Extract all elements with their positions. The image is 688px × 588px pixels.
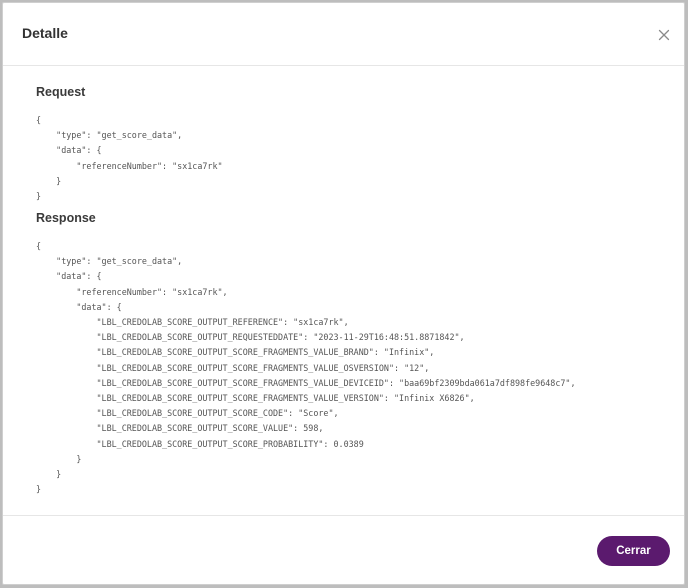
modal-footer: Cerrar [3,515,684,584]
modal-body: Request { "type": "get_score_data", "dat… [3,66,684,518]
response-code: { "type": "get_score_data", "data": { "r… [36,241,576,495]
close-icon [658,29,670,41]
detail-modal: Detalle Request { "type": "get_score_dat… [2,2,685,585]
close-button[interactable] [656,27,672,43]
request-heading: Request [36,85,86,99]
modal-title: Detalle [22,25,68,41]
modal-header: Detalle [3,3,684,66]
close-modal-button[interactable]: Cerrar [597,536,670,566]
response-heading: Response [36,211,96,225]
request-code: { "type": "get_score_data", "data": { "r… [36,115,223,202]
